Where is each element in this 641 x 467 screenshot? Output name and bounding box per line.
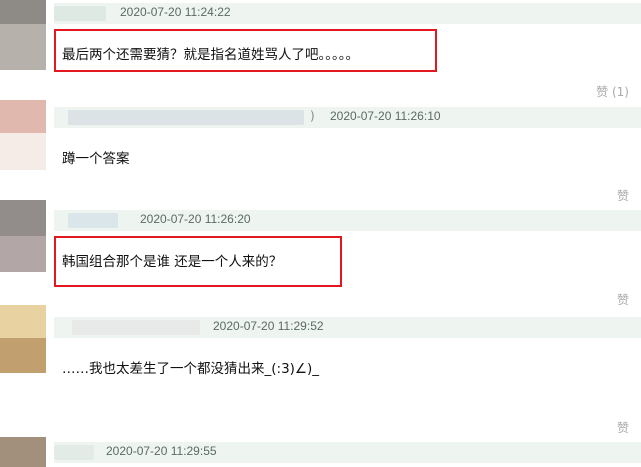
comment-timestamp: 2020-07-20 11:29:52 <box>213 319 324 333</box>
avatar[interactable] <box>0 305 46 373</box>
username-blurred[interactable] <box>72 320 200 335</box>
username-blurred[interactable] <box>68 213 118 228</box>
comment-item: 2020-07-20 11:29:52 ……我也太差生了一个都没猜出来_(:3)… <box>0 300 641 435</box>
avatar[interactable] <box>0 0 46 70</box>
comment-timestamp: 2020-07-20 11:24:22 <box>120 5 231 19</box>
highlight-box <box>54 236 342 287</box>
comment-timestamp: 2020-07-20 11:26:10 <box>330 109 441 123</box>
avatar[interactable] <box>0 200 46 272</box>
comment-meta-bar: 2020-07-20 11:26:20 <box>54 210 641 231</box>
comment-item: 2020-07-20 11:29:55 <box>0 437 641 467</box>
avatar[interactable] <box>0 437 46 467</box>
comment-item: ) 2020-07-20 11:26:10 蹲一个答案 赞 <box>0 100 641 203</box>
comment-text: 蹲一个答案 <box>62 151 130 167</box>
like-button[interactable]: 赞 <box>617 419 629 436</box>
like-button[interactable]: 赞 (1) <box>596 83 629 100</box>
comment-meta-bar: ) 2020-07-20 11:26:10 <box>54 107 641 128</box>
comment-meta-bar: 2020-07-20 11:24:22 <box>54 3 641 24</box>
username-blurred[interactable] <box>54 6 106 21</box>
avatar[interactable] <box>0 100 46 170</box>
username-blurred[interactable] <box>68 110 304 125</box>
username-blurred[interactable] <box>54 445 94 460</box>
comment-timestamp: 2020-07-20 11:26:20 <box>140 212 251 226</box>
comment-text: ……我也太差生了一个都没猜出来_(:3)∠)_ <box>62 361 320 377</box>
comment-timestamp: 2020-07-20 11:29:55 <box>106 444 217 458</box>
comment-meta-bar: 2020-07-20 11:29:52 <box>54 317 641 338</box>
highlight-box <box>54 29 437 72</box>
comment-meta-bar: 2020-07-20 11:29:55 <box>54 442 641 463</box>
